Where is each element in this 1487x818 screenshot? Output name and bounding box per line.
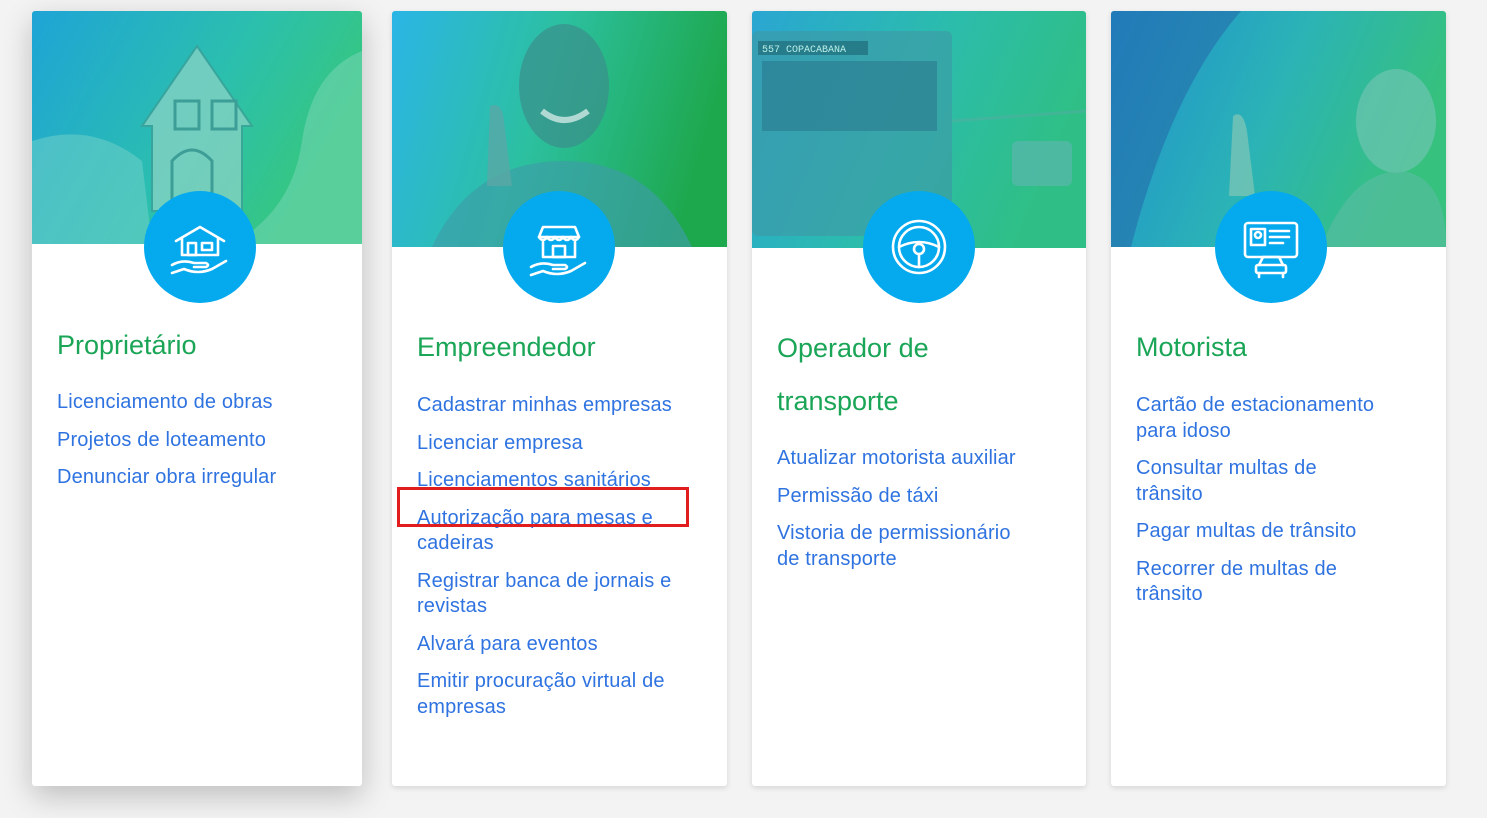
link-licenciamento-de-obras[interactable]: Licenciamento de obras [57, 390, 332, 416]
list-item: Denunciar obra irregular [57, 465, 332, 491]
link-vistoria-de-permissionario[interactable]: Vistoria de permissionário de transporte [777, 521, 1037, 572]
link-cadastrar-minhas-empresas[interactable]: Cadastrar minhas empresas [417, 393, 697, 419]
link-consultar-multas[interactable]: Consultar multas de trânsito [1136, 456, 1336, 507]
link-list: Licenciamento de obras Projetos de lotea… [57, 390, 332, 503]
link-permissao-de-taxi[interactable]: Permissão de táxi [777, 484, 1056, 510]
list-item: Atualizar motorista auxiliar [777, 446, 1056, 472]
link-alvara-para-eventos[interactable]: Alvará para eventos [417, 632, 697, 658]
link-denunciar-obra-irregular[interactable]: Denunciar obra irregular [57, 465, 332, 491]
card-title: Empreendedor [417, 332, 596, 362]
link-cartao-de-estacionamento[interactable]: Cartão de estacionamento para idoso [1136, 393, 1416, 444]
link-list: Cadastrar minhas empresas Licenciar empr… [417, 393, 697, 732]
list-item: Alvará para eventos [417, 632, 697, 658]
link-list: Atualizar motorista auxiliar Permissão d… [777, 446, 1056, 584]
house-in-hand-icon [144, 191, 256, 303]
store-in-hand-icon [503, 191, 615, 303]
list-item: Cartão de estacionamento para idoso [1136, 393, 1416, 444]
list-item: Licenciamento de obras [57, 390, 332, 416]
list-item: Permissão de táxi [777, 484, 1056, 510]
card-title: Motorista [1136, 332, 1248, 362]
list-item: Vistoria de permissionário de transporte [777, 521, 1056, 572]
driver-license-car-icon [1215, 191, 1327, 303]
list-item: Emitir procuração virtual de empresas [417, 669, 697, 720]
card-title: Operador de transporte [777, 333, 929, 416]
link-emitir-procuracao-virtual[interactable]: Emitir procuração virtual de empresas [417, 669, 697, 720]
bus-destination-sign: 557 COPACABANA [762, 45, 846, 56]
list-item: Licenciar empresa [417, 431, 697, 457]
card-title: Proprietário [57, 330, 197, 360]
list-item: Recorrer de multas de trânsito [1136, 557, 1416, 608]
list-item: Pagar multas de trânsito [1136, 519, 1416, 545]
link-list: Cartão de estacionamento para idoso Cons… [1136, 393, 1416, 620]
highlight-box [397, 487, 689, 527]
link-pagar-multas[interactable]: Pagar multas de trânsito [1136, 519, 1416, 545]
link-licenciar-empresa[interactable]: Licenciar empresa [417, 431, 697, 457]
link-recorrer-de-multas[interactable]: Recorrer de multas de trânsito [1136, 557, 1356, 608]
card-motorista: Motorista Cartão de estacionamento para … [1111, 11, 1446, 786]
list-item: Cadastrar minhas empresas [417, 393, 697, 419]
list-item: Registrar banca de jornais e revistas [417, 569, 697, 620]
link-registrar-banca[interactable]: Registrar banca de jornais e revistas [417, 569, 697, 620]
link-atualizar-motorista-auxiliar[interactable]: Atualizar motorista auxiliar [777, 446, 1056, 472]
card-operador-de-transporte: 557 COPACABANA Operador de transporte At… [752, 11, 1086, 786]
link-projetos-de-loteamento[interactable]: Projetos de loteamento [57, 428, 332, 454]
steering-wheel-icon [863, 191, 975, 303]
card-empreendedor: Empreendedor Cadastrar minhas empresas L… [392, 11, 727, 786]
list-item: Consultar multas de trânsito [1136, 456, 1416, 507]
list-item: Projetos de loteamento [57, 428, 332, 454]
card-proprietario: Proprietário Licenciamento de obras Proj… [32, 11, 362, 786]
